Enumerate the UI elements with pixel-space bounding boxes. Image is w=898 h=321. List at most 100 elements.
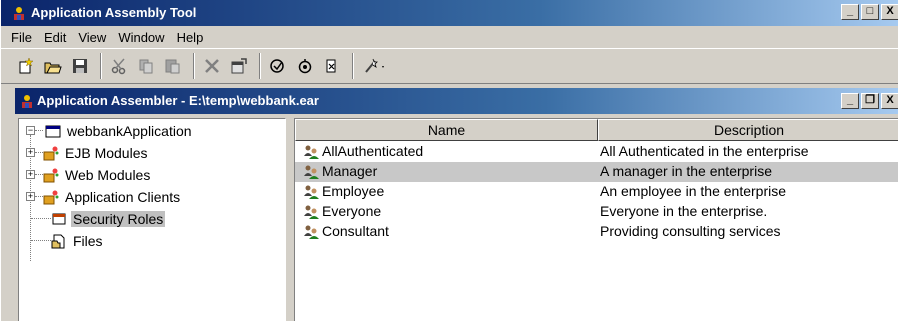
app-logo-icon [14, 7, 24, 20]
security-roles-table: Name Description AllAuthenticated All Au… [294, 118, 898, 321]
role-description: All Authenticated in the enterprise [600, 143, 809, 159]
tree-line [31, 218, 51, 219]
minimize-button[interactable]: _ [841, 4, 859, 20]
role-description: A manager in the enterprise [600, 163, 772, 179]
assembler-window: Application Assembler - E:\temp\webbank.… [15, 88, 898, 321]
role-name: AllAuthenticated [322, 143, 424, 159]
column-header-name[interactable]: Name [295, 119, 598, 141]
open-button[interactable] [42, 55, 64, 77]
security-roles-icon [51, 211, 67, 227]
tree-item-security-roles[interactable]: Security Roles [51, 209, 166, 229]
inner-minimize-button[interactable]: _ [841, 93, 859, 109]
generate-icon [298, 59, 312, 74]
inner-close-button[interactable]: X [881, 93, 898, 109]
tree-item-web-modules[interactable]: Web Modules [43, 165, 152, 185]
paste-button[interactable] [162, 55, 184, 77]
save-icon [73, 59, 87, 73]
deploy-button[interactable] [321, 55, 343, 77]
assembler-title: Application Assembler - E:\temp\webbank.… [37, 93, 319, 108]
tree-line [35, 130, 43, 131]
toolbar-separator [100, 53, 102, 79]
title-bar[interactable]: Application Assembly Tool _ □ X [1, 0, 898, 26]
save-button[interactable] [69, 55, 91, 77]
new-button[interactable] [15, 55, 37, 77]
verify-button[interactable] [267, 55, 289, 77]
role-description: Everyone in the enterprise. [600, 203, 768, 219]
new-icon [19, 57, 34, 74]
maximize-button[interactable]: □ [861, 4, 879, 20]
application-icon [45, 123, 61, 139]
role-icon [304, 225, 319, 239]
application-window: Application Assembly Tool _ □ X File Edi… [0, 0, 898, 321]
wizard-button[interactable] [360, 55, 390, 77]
table-row[interactable]: Everyone Everyone in the enterprise. [295, 202, 898, 222]
cut-icon [111, 58, 126, 75]
toolbar [1, 48, 898, 84]
tree-line [35, 174, 43, 175]
assembler-title-bar[interactable]: Application Assembler - E:\temp\webbank.… [15, 88, 898, 114]
tree-root[interactable]: webbankApplication [45, 121, 194, 141]
expand-toggle[interactable]: + [26, 192, 35, 201]
copy-button[interactable] [135, 55, 157, 77]
generate-button[interactable] [294, 55, 316, 77]
toolbar-separator [193, 53, 195, 79]
tree-item-label: Web Modules [65, 167, 151, 183]
role-name: Employee [322, 183, 385, 199]
window-title: Application Assembly Tool [31, 5, 197, 20]
role-name: Manager [322, 163, 378, 179]
tree-item-files[interactable]: Files [51, 231, 105, 251]
role-description: An employee in the enterprise [600, 183, 786, 199]
expand-toggle[interactable]: + [26, 148, 35, 157]
role-name: Consultant [322, 223, 389, 239]
role-icon [304, 165, 319, 179]
delete-icon [205, 59, 219, 73]
tree-item-label: EJB Modules [65, 145, 148, 161]
tree-item-label: Security Roles [71, 211, 166, 227]
menu-help[interactable]: Help [171, 30, 210, 45]
app-logo-icon [22, 95, 32, 108]
tree-root-label: webbankApplication [67, 123, 192, 139]
wizard-icon [365, 58, 384, 73]
module-folder-icon [43, 145, 59, 161]
tree-line [35, 196, 43, 197]
table-row[interactable]: Manager A manager in the enterprise [295, 162, 898, 182]
deploy-icon [326, 59, 336, 73]
copy-icon [139, 59, 153, 74]
role-icon [304, 145, 319, 159]
paste-icon [165, 59, 180, 74]
tree-line [35, 152, 43, 153]
table-row[interactable]: Consultant Providing consulting services [295, 222, 898, 242]
close-button[interactable]: X [881, 4, 898, 20]
tree-view: − webbankApplication + EJB Modules + Web… [18, 118, 286, 321]
expand-toggle[interactable]: + [26, 170, 35, 179]
table-row[interactable]: Employee An employee in the enterprise [295, 182, 898, 202]
module-folder-icon [43, 189, 59, 205]
menu-bar: File Edit View Window Help [1, 26, 898, 48]
toolbar-separator [259, 53, 261, 79]
column-header-description[interactable]: Description [598, 119, 898, 141]
cut-button[interactable] [108, 55, 130, 77]
tree-item-label: Files [73, 233, 103, 249]
properties-icon [231, 58, 247, 74]
files-icon [51, 233, 67, 249]
role-description: Providing consulting services [600, 223, 781, 239]
table-row[interactable]: AllAuthenticated All Authenticated in th… [295, 142, 898, 162]
tree-item-ejb-modules[interactable]: EJB Modules [43, 143, 149, 163]
tree-item-label: Application Clients [65, 189, 181, 205]
menu-view[interactable]: View [72, 30, 112, 45]
inner-restore-button[interactable]: ❐ [861, 93, 879, 109]
properties-button[interactable] [228, 55, 250, 77]
module-folder-icon [43, 167, 59, 183]
collapse-toggle[interactable]: − [26, 126, 35, 135]
verify-icon [270, 59, 284, 73]
toolbar-separator [352, 53, 354, 79]
role-icon [304, 185, 319, 199]
tree-line [31, 240, 51, 241]
split-pane: − webbankApplication + EJB Modules + Web… [15, 118, 898, 321]
tree-item-application-clients[interactable]: Application Clients [43, 187, 182, 207]
delete-button[interactable] [201, 55, 223, 77]
menu-file[interactable]: File [5, 30, 38, 45]
menu-edit[interactable]: Edit [38, 30, 72, 45]
menu-window[interactable]: Window [112, 30, 170, 45]
role-name: Everyone [322, 203, 382, 219]
